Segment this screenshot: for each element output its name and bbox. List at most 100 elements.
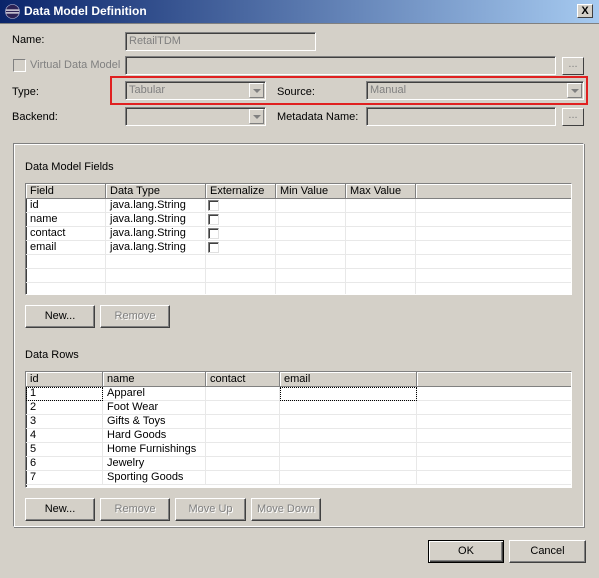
- id-cell[interactable]: 4: [26, 429, 103, 443]
- cancel-button[interactable]: Cancel: [509, 540, 586, 563]
- title-bar[interactable]: Data Model Definition X: [0, 0, 599, 24]
- id-cell[interactable]: 7: [26, 471, 103, 485]
- contact-cell[interactable]: [206, 415, 280, 429]
- contact-cell[interactable]: [206, 457, 280, 471]
- name-cell[interactable]: Jewelry: [103, 457, 206, 471]
- column-header[interactable]: Field: [26, 184, 106, 199]
- table-row[interactable]: 1 Apparel: [26, 387, 571, 401]
- fields-new-button[interactable]: New...: [25, 305, 95, 328]
- externalize-checkbox[interactable]: [208, 228, 219, 239]
- ok-button[interactable]: OK: [428, 540, 504, 563]
- column-header-filler: [416, 184, 571, 199]
- move-down-button[interactable]: Move Down: [251, 498, 321, 521]
- empty-cell: [276, 255, 346, 269]
- min-value-cell[interactable]: [276, 213, 346, 227]
- max-value-cell[interactable]: [346, 199, 416, 213]
- min-value-cell[interactable]: [276, 241, 346, 255]
- name-cell[interactable]: Apparel: [103, 387, 206, 401]
- id-cell[interactable]: 2: [26, 401, 103, 415]
- data-type-cell[interactable]: java.lang.String: [106, 199, 206, 213]
- max-value-cell[interactable]: [346, 241, 416, 255]
- virtual-browse-button[interactable]: ...: [562, 57, 584, 75]
- field-cell[interactable]: email: [26, 241, 106, 255]
- email-cell[interactable]: [280, 387, 417, 401]
- column-header[interactable]: email: [280, 372, 417, 387]
- virtual-data-model-field[interactable]: [125, 56, 556, 75]
- name-cell[interactable]: Foot Wear: [103, 401, 206, 415]
- email-cell[interactable]: [280, 429, 417, 443]
- data-type-cell[interactable]: java.lang.String: [106, 213, 206, 227]
- id-cell[interactable]: 6: [26, 457, 103, 471]
- externalize-checkbox[interactable]: [208, 200, 219, 211]
- column-header[interactable]: contact: [206, 372, 280, 387]
- table-row[interactable]: name java.lang.String: [26, 213, 571, 227]
- table-row[interactable]: 2 Foot Wear: [26, 401, 571, 415]
- contact-cell[interactable]: [206, 471, 280, 485]
- email-cell[interactable]: [280, 443, 417, 457]
- empty-cell: [276, 283, 346, 294]
- column-header[interactable]: name: [103, 372, 206, 387]
- name-cell[interactable]: Sporting Goods: [103, 471, 206, 485]
- fields-section-title: Data Model Fields: [25, 161, 114, 173]
- email-cell[interactable]: [280, 471, 417, 485]
- rows-remove-button[interactable]: Remove: [100, 498, 170, 521]
- rows-section-title: Data Rows: [25, 349, 79, 361]
- externalize-checkbox[interactable]: [208, 242, 219, 253]
- table-row[interactable]: email java.lang.String: [26, 241, 571, 255]
- name-field[interactable]: RetailTDM: [125, 32, 316, 51]
- table-row[interactable]: contact java.lang.String: [26, 227, 571, 241]
- externalize-cell: [206, 227, 276, 241]
- id-cell[interactable]: 5: [26, 443, 103, 457]
- field-cell[interactable]: name: [26, 213, 106, 227]
- table-row[interactable]: 4 Hard Goods: [26, 429, 571, 443]
- data-type-cell[interactable]: java.lang.String: [106, 241, 206, 255]
- name-cell[interactable]: Gifts & Toys: [103, 415, 206, 429]
- empty-cell: [106, 269, 206, 283]
- contact-cell[interactable]: [206, 429, 280, 443]
- fields-remove-button[interactable]: Remove: [100, 305, 170, 328]
- name-label: Name:: [12, 34, 45, 46]
- close-button[interactable]: X: [577, 4, 593, 18]
- data-type-cell[interactable]: java.lang.String: [106, 227, 206, 241]
- virtual-data-model-checkbox[interactable]: [13, 59, 26, 72]
- email-cell[interactable]: [280, 457, 417, 471]
- table-row[interactable]: 3 Gifts & Toys: [26, 415, 571, 429]
- eclipse-app-icon: [5, 4, 20, 19]
- table-row[interactable]: 6 Jewelry: [26, 457, 571, 471]
- backend-select[interactable]: [125, 107, 266, 126]
- metadata-name-field[interactable]: [366, 107, 556, 126]
- email-cell[interactable]: [280, 401, 417, 415]
- column-header[interactable]: Max Value: [346, 184, 416, 199]
- contact-cell[interactable]: [206, 387, 280, 401]
- name-cell[interactable]: Hard Goods: [103, 429, 206, 443]
- column-header[interactable]: Externalize: [206, 184, 276, 199]
- id-cell[interactable]: 1: [26, 387, 103, 401]
- table-row[interactable]: 7 Sporting Goods: [26, 471, 571, 485]
- rows-new-button[interactable]: New...: [25, 498, 95, 521]
- max-value-cell[interactable]: [346, 227, 416, 241]
- empty-cell: [346, 283, 416, 294]
- highlight-box: [110, 76, 588, 105]
- column-header[interactable]: id: [26, 372, 103, 387]
- column-header[interactable]: Data Type: [106, 184, 206, 199]
- metadata-browse-button[interactable]: ...: [562, 108, 584, 126]
- field-cell[interactable]: contact: [26, 227, 106, 241]
- data-rows-table-header: id name contact email: [26, 372, 571, 387]
- id-cell[interactable]: 3: [26, 415, 103, 429]
- min-value-cell[interactable]: [276, 199, 346, 213]
- externalize-checkbox[interactable]: [208, 214, 219, 225]
- min-value-cell[interactable]: [276, 227, 346, 241]
- email-cell[interactable]: [280, 415, 417, 429]
- name-cell[interactable]: Home Furnishings: [103, 443, 206, 457]
- column-header[interactable]: Min Value: [276, 184, 346, 199]
- max-value-cell[interactable]: [346, 213, 416, 227]
- table-row[interactable]: id java.lang.String: [26, 199, 571, 213]
- field-cell[interactable]: id: [26, 199, 106, 213]
- contact-cell[interactable]: [206, 443, 280, 457]
- chevron-down-icon[interactable]: [249, 109, 264, 124]
- fields-table: Field Data Type Externalize Min Value Ma…: [25, 183, 572, 295]
- virtual-data-model-label: Virtual Data Model: [30, 59, 121, 71]
- table-row[interactable]: 5 Home Furnishings: [26, 443, 571, 457]
- move-up-button[interactable]: Move Up: [175, 498, 246, 521]
- contact-cell[interactable]: [206, 401, 280, 415]
